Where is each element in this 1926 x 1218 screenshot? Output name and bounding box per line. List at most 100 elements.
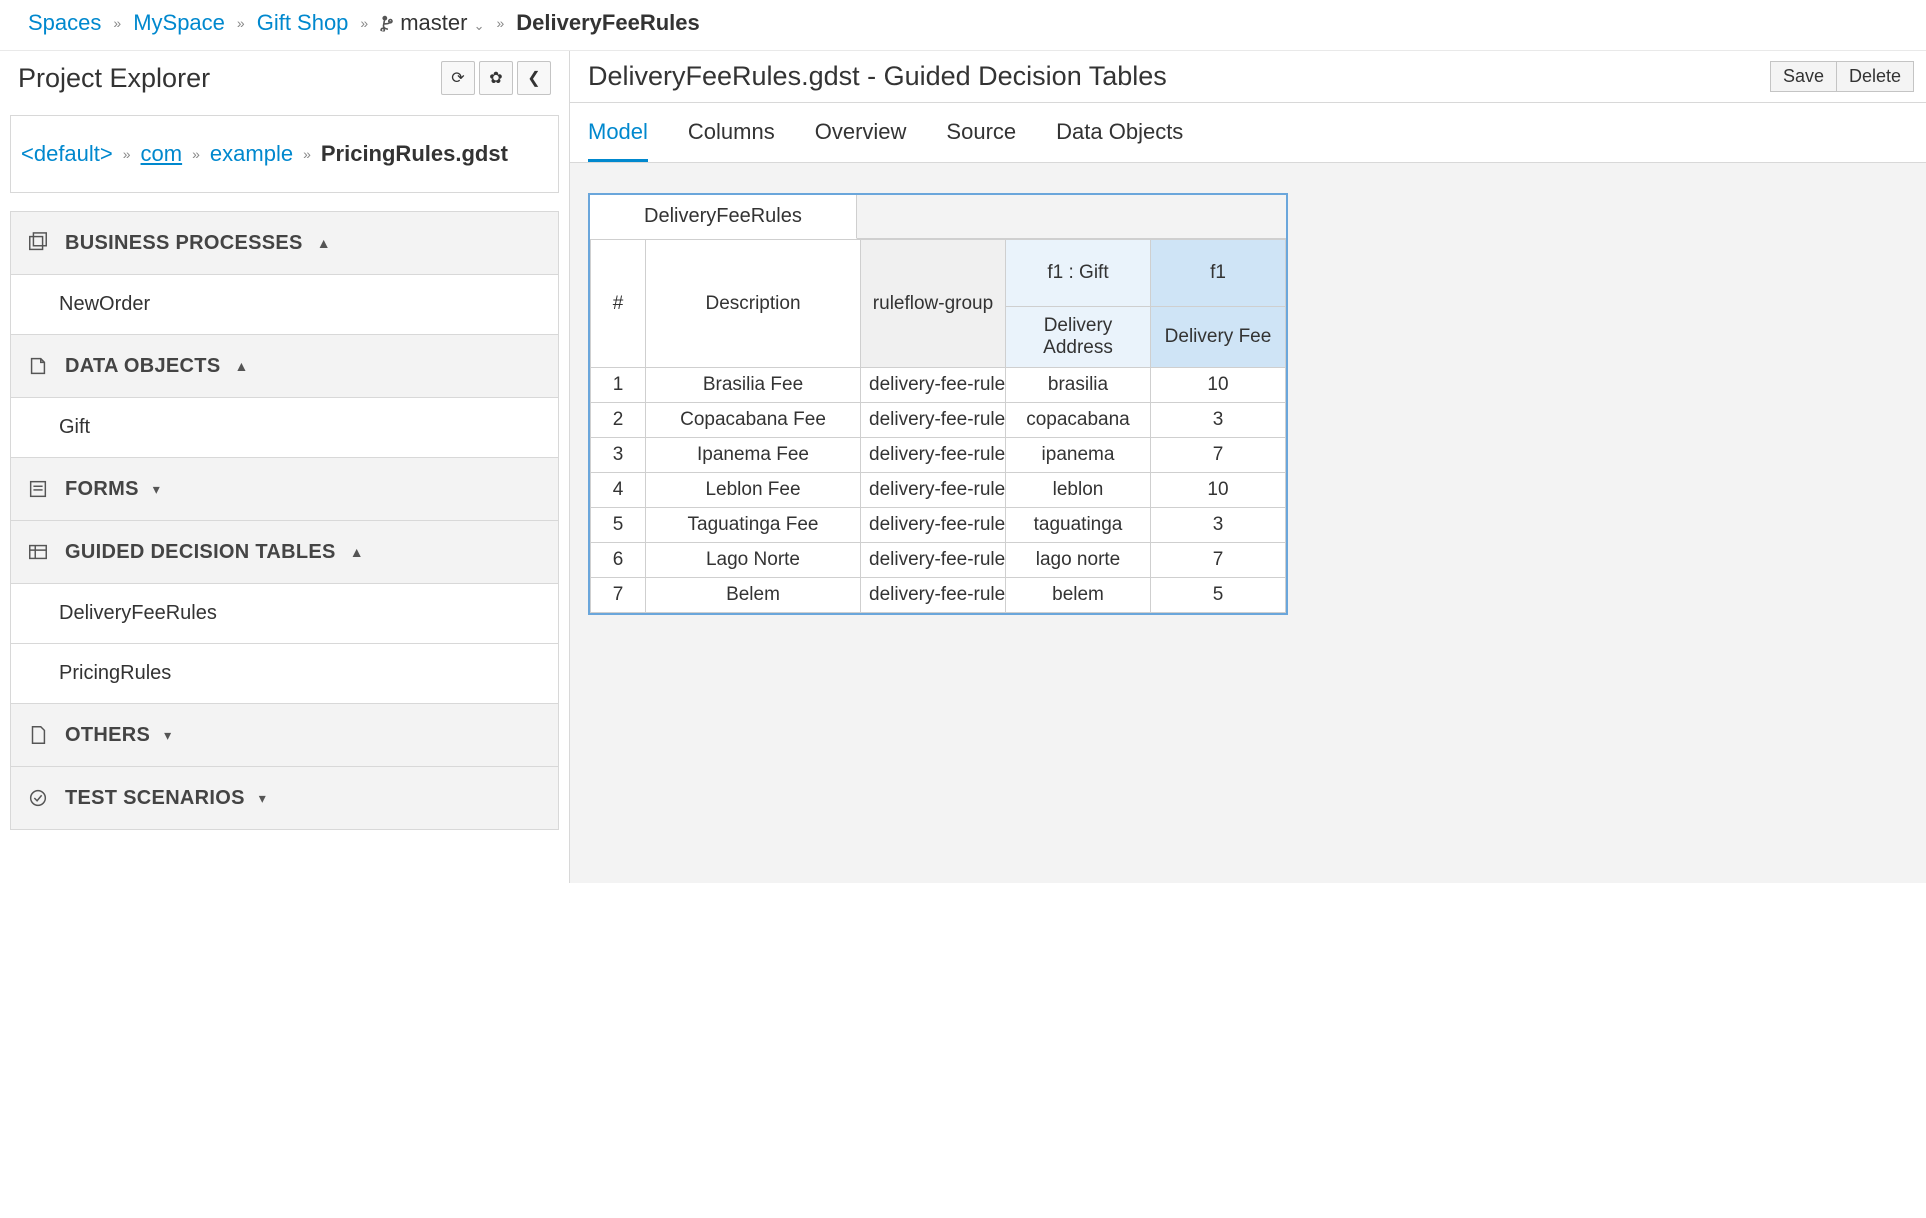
section-label: BUSINESS PROCESSES	[65, 232, 303, 255]
delete-button[interactable]: Delete	[1837, 61, 1914, 92]
caret-icon: ▲	[350, 544, 364, 560]
cell-delivery-address[interactable]: brasilia	[1006, 368, 1151, 403]
path-file: PricingRules.gdst	[321, 141, 508, 167]
section-icon	[25, 476, 51, 502]
chevron-icon: »	[107, 15, 127, 31]
cell-number[interactable]: 2	[591, 403, 646, 438]
table-row[interactable]: 1Brasilia Feedelivery-fee-rulesbrasilia1…	[591, 368, 1286, 403]
section-label: GUIDED DECISION TABLES	[65, 541, 336, 564]
cell-description[interactable]: Brasilia Fee	[646, 368, 861, 403]
cell-number[interactable]: 3	[591, 438, 646, 473]
tree-item[interactable]: PricingRules	[11, 644, 558, 704]
cell-description[interactable]: Copacabana Fee	[646, 403, 861, 438]
tree-section-guided-decision-tables[interactable]: GUIDED DECISION TABLES ▲	[11, 521, 558, 584]
tab-source[interactable]: Source	[946, 119, 1016, 162]
cell-delivery-fee[interactable]: 7	[1151, 438, 1286, 473]
cell-description[interactable]: Ipanema Fee	[646, 438, 861, 473]
cell-description[interactable]: Belem	[646, 578, 861, 613]
cell-delivery-fee[interactable]: 10	[1151, 368, 1286, 403]
project-explorer-panel: Project Explorer ⟳ ✿ ❮ <default> » com »…	[0, 51, 570, 883]
breadcrumb-myspace[interactable]: MySpace	[133, 10, 225, 36]
cell-delivery-address[interactable]: taguatinga	[1006, 508, 1151, 543]
path-pkg-com[interactable]: com	[141, 141, 183, 167]
branch-selector[interactable]: master ⌄	[400, 10, 484, 36]
tab-model[interactable]: Model	[588, 119, 648, 162]
tree-item[interactable]: Gift	[11, 398, 558, 458]
gear-icon: ✿	[489, 68, 502, 88]
cell-number[interactable]: 7	[591, 578, 646, 613]
table-row[interactable]: 2Copacabana Feedelivery-fee-rulescopacab…	[591, 403, 1286, 438]
tree-section-data-objects[interactable]: DATA OBJECTS▲	[11, 335, 558, 398]
tab-overview[interactable]: Overview	[815, 119, 907, 162]
caret-icon: ▾	[153, 481, 160, 498]
col-delivery-fee[interactable]: Delivery Fee	[1151, 307, 1286, 368]
cell-delivery-address[interactable]: ipanema	[1006, 438, 1151, 473]
cell-ruleflow-group[interactable]: delivery-fee-rules	[861, 543, 1006, 578]
caret-icon: ▾	[164, 727, 171, 744]
table-row[interactable]: 5Taguatinga Feedelivery-fee-rulestaguati…	[591, 508, 1286, 543]
col-ruleflow-group[interactable]: ruleflow-group	[861, 240, 1006, 368]
table-row[interactable]: 6Lago Nortedelivery-fee-ruleslago norte7	[591, 543, 1286, 578]
table-row[interactable]: 4Leblon Feedelivery-fee-rulesleblon10	[591, 473, 1286, 508]
tree-item[interactable]: NewOrder	[11, 275, 558, 335]
cell-ruleflow-group[interactable]: delivery-fee-rules	[861, 368, 1006, 403]
table-row[interactable]: 7Belemdelivery-fee-rulesbelem5	[591, 578, 1286, 613]
tree-section-business-processes[interactable]: BUSINESS PROCESSES▲	[11, 212, 558, 275]
settings-button[interactable]: ✿	[479, 61, 513, 95]
cell-delivery-address[interactable]: copacabana	[1006, 403, 1151, 438]
cell-delivery-fee[interactable]: 3	[1151, 508, 1286, 543]
cell-delivery-fee[interactable]: 3	[1151, 403, 1286, 438]
cell-ruleflow-group[interactable]: delivery-fee-rules	[861, 578, 1006, 613]
cell-number[interactable]: 1	[591, 368, 646, 403]
col-action-pattern[interactable]: f1	[1151, 240, 1286, 307]
cell-delivery-address[interactable]: leblon	[1006, 473, 1151, 508]
chevron-icon: »	[188, 146, 204, 162]
col-description[interactable]: Description	[646, 240, 861, 368]
editor-title: DeliveryFeeRules.gdst - Guided Decision …	[588, 61, 1167, 92]
tree-section-others[interactable]: OTHERS ▾	[11, 704, 558, 767]
col-condition-pattern[interactable]: f1 : Gift	[1006, 240, 1151, 307]
col-number[interactable]: #	[591, 240, 646, 368]
tree-section-forms[interactable]: FORMS▾	[11, 458, 558, 521]
cell-delivery-address[interactable]: lago norte	[1006, 543, 1151, 578]
cell-delivery-address[interactable]: belem	[1006, 578, 1151, 613]
cell-ruleflow-group[interactable]: delivery-fee-rules	[861, 403, 1006, 438]
refresh-icon: ⟳	[451, 68, 464, 88]
cell-description[interactable]: Lago Norte	[646, 543, 861, 578]
cell-ruleflow-group[interactable]: delivery-fee-rules	[861, 438, 1006, 473]
cell-number[interactable]: 4	[591, 473, 646, 508]
chevron-icon: »	[119, 146, 135, 162]
chevron-left-icon: ❮	[527, 68, 540, 88]
section-label: OTHERS	[65, 724, 150, 747]
chevron-icon: »	[299, 146, 315, 162]
collapse-button[interactable]: ❮	[517, 61, 551, 95]
cell-ruleflow-group[interactable]: delivery-fee-rules	[861, 508, 1006, 543]
cell-number[interactable]: 6	[591, 543, 646, 578]
cell-delivery-fee[interactable]: 5	[1151, 578, 1286, 613]
section-icon	[25, 722, 51, 748]
cell-description[interactable]: Leblon Fee	[646, 473, 861, 508]
cell-ruleflow-group[interactable]: delivery-fee-rules	[861, 473, 1006, 508]
breadcrumb-project[interactable]: Gift Shop	[257, 10, 349, 36]
breadcrumb: Spaces » MySpace » Gift Shop » master ⌄ …	[0, 0, 1926, 51]
caret-icon: ▲	[234, 358, 248, 374]
refresh-button[interactable]: ⟳	[441, 61, 475, 95]
editor-canvas: DeliveryFeeRules # Description ruleflow-…	[570, 163, 1926, 883]
cell-number[interactable]: 5	[591, 508, 646, 543]
col-delivery-address[interactable]: Delivery Address	[1006, 307, 1151, 368]
tab-columns[interactable]: Columns	[688, 119, 775, 162]
breadcrumb-spaces[interactable]: Spaces	[28, 10, 101, 36]
table-row[interactable]: 3Ipanema Feedelivery-fee-rulesipanema7	[591, 438, 1286, 473]
cell-delivery-fee[interactable]: 10	[1151, 473, 1286, 508]
caret-icon: ▾	[259, 790, 266, 807]
save-button[interactable]: Save	[1770, 61, 1837, 92]
path-pkg-example[interactable]: example	[210, 141, 293, 167]
decision-table-tab[interactable]: DeliveryFeeRules	[590, 195, 857, 239]
tree-section-test-scenarios[interactable]: TEST SCENARIOS▾	[11, 767, 558, 830]
cell-description[interactable]: Taguatinga Fee	[646, 508, 861, 543]
path-default[interactable]: <default>	[21, 141, 113, 167]
tab-data-objects[interactable]: Data Objects	[1056, 119, 1183, 162]
cell-delivery-fee[interactable]: 7	[1151, 543, 1286, 578]
section-icon	[25, 353, 51, 379]
tree-item[interactable]: DeliveryFeeRules	[11, 584, 558, 644]
